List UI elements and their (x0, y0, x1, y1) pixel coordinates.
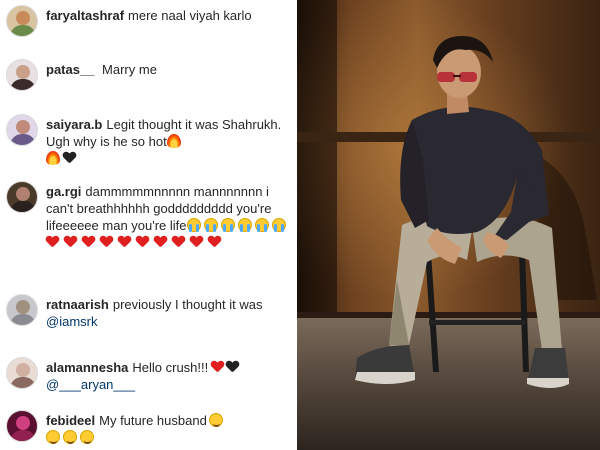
post-photo (297, 0, 600, 450)
comment-text: saiyara.b Legit thought it was Shahrukh. … (46, 116, 290, 167)
comment-username[interactable]: ratnaarish (46, 297, 109, 312)
comment-body: mere naal viyah karlo (128, 8, 252, 23)
red-heart-icon (82, 236, 94, 248)
smiling-emoji-icon (80, 430, 94, 444)
avatar[interactable] (6, 181, 38, 213)
red-heart-icon (208, 236, 220, 248)
red-heart-icon (100, 236, 112, 248)
red-heart-icon (211, 361, 223, 373)
avatar[interactable] (6, 357, 38, 389)
comment-username[interactable]: febideel (46, 413, 95, 428)
comment-username[interactable]: ga.rgi (46, 184, 81, 199)
avatar[interactable] (6, 5, 38, 37)
red-heart-icon (136, 236, 148, 248)
smiling-emoji-icon (63, 430, 77, 444)
crying-emoji-icon (254, 218, 269, 232)
user-mention-link[interactable]: @iamsrk (46, 314, 97, 329)
comment-body: Hello crush!!! (132, 360, 209, 375)
comment-username[interactable]: faryaltashraf (46, 8, 124, 23)
comment-username[interactable]: alamannesha (46, 360, 128, 375)
fire-emoji-icon (166, 134, 181, 148)
crying-emoji-row (186, 217, 289, 234)
red-heart-emoji-row (46, 234, 226, 251)
comment-username[interactable]: patas__ (46, 62, 94, 77)
comments-panel: faryaltashraf mere naal viyah karlo patas… (0, 0, 296, 450)
red-heart-icon (64, 236, 76, 248)
comment-text: ratnaarish previously I thought it was @i… (46, 296, 290, 330)
comment-username[interactable]: saiyara.b (46, 117, 102, 132)
comment-text: febideel My future husband (46, 412, 290, 446)
red-heart-icon (154, 236, 166, 248)
red-heart-icon (46, 236, 58, 248)
fire-emoji-icon (46, 151, 60, 165)
red-heart-icon (172, 236, 184, 248)
avatar[interactable] (6, 410, 38, 442)
comment-body: My future husband (99, 413, 207, 428)
red-heart-icon (190, 236, 202, 248)
avatar[interactable] (6, 59, 38, 91)
crying-emoji-icon (220, 218, 235, 232)
avatar[interactable] (6, 294, 38, 326)
black-heart-icon (63, 152, 75, 164)
comment-text: patas__ Marry me (46, 61, 290, 78)
crying-emoji-icon (271, 218, 286, 232)
black-heart-icon (226, 361, 238, 373)
user-mention-link[interactable]: @___aryan___ (46, 377, 135, 392)
comment-text: alamannesha Hello crush!!! @___aryan___ (46, 359, 290, 393)
comment-text: faryaltashraf mere naal viyah karlo (46, 7, 290, 24)
comment-text: ga.rgi dammmmmnnnnn mannnnnnn i can't bre… (46, 183, 290, 251)
crying-emoji-icon (203, 218, 218, 232)
comment-body: previously I thought it was (112, 297, 263, 312)
comment-body: Marry me (98, 62, 157, 77)
crying-emoji-icon (237, 218, 252, 232)
red-heart-icon (118, 236, 130, 248)
smiling-emoji-icon (46, 430, 60, 444)
seated-man-illustration (355, 36, 597, 388)
crying-emoji-icon (186, 218, 201, 232)
avatar[interactable] (6, 114, 38, 146)
smiling-emoji-icon (208, 413, 223, 427)
